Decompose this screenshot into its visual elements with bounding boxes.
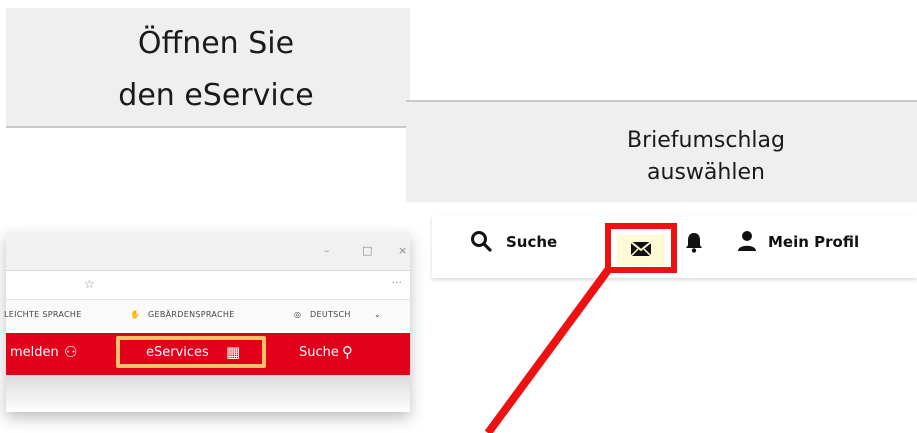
callout-arrow bbox=[484, 267, 612, 433]
callout-arrow-line bbox=[484, 267, 612, 433]
